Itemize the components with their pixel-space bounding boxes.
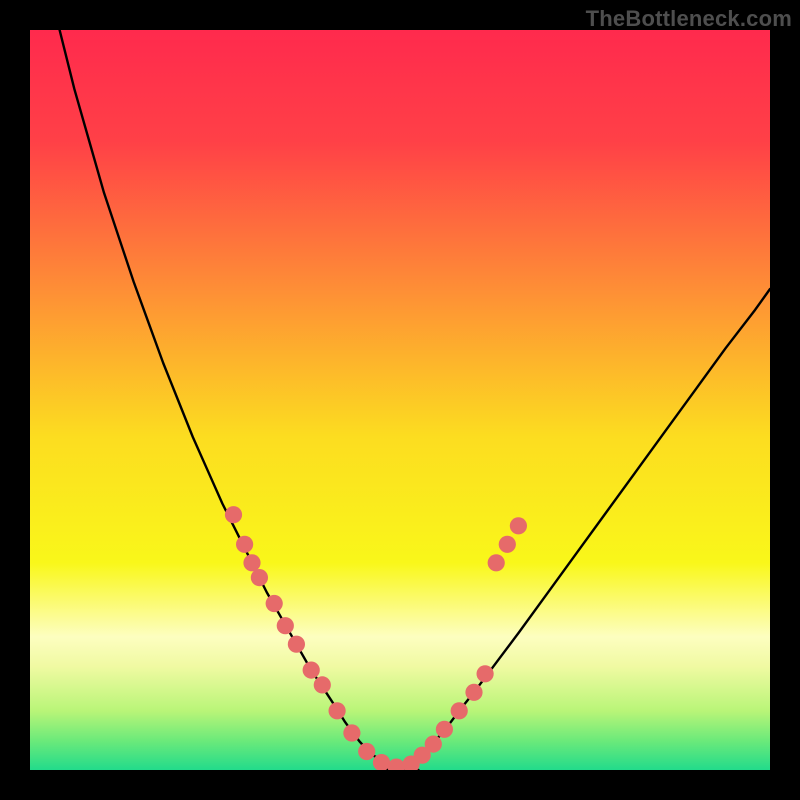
data-marker	[436, 721, 453, 738]
data-marker	[329, 702, 346, 719]
data-marker	[266, 595, 283, 612]
bottleneck-chart	[30, 30, 770, 770]
data-marker	[358, 743, 375, 760]
data-marker	[236, 536, 253, 553]
chart-area	[30, 30, 770, 770]
data-marker	[251, 569, 268, 586]
data-marker	[488, 554, 505, 571]
data-marker	[303, 662, 320, 679]
data-marker	[425, 736, 442, 753]
data-marker	[314, 676, 331, 693]
data-marker	[225, 506, 242, 523]
data-marker	[288, 636, 305, 653]
data-marker	[477, 665, 494, 682]
data-marker	[451, 702, 468, 719]
plot-background	[30, 30, 770, 770]
watermark-text: TheBottleneck.com	[586, 6, 792, 32]
data-marker	[277, 617, 294, 634]
data-marker	[499, 536, 516, 553]
data-marker	[465, 684, 482, 701]
data-marker	[510, 517, 527, 534]
data-marker	[243, 554, 260, 571]
data-marker	[343, 724, 360, 741]
